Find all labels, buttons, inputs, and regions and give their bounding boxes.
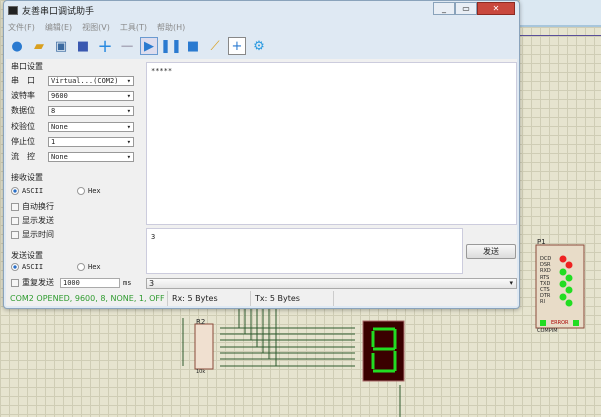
save-icon[interactable]: ▣: [52, 37, 70, 55]
maximize-button[interactable]: ▭: [455, 2, 477, 15]
stop-bits-label: 停止位: [11, 137, 35, 146]
window-title: 友善串口调试助手: [22, 7, 95, 17]
pin-labels: DCD DSR RXD RTS TXD CTS DTR RI: [540, 256, 552, 306]
add-icon[interactable]: +: [96, 36, 114, 57]
receive-settings-heading: 接收设置: [11, 173, 43, 182]
data-bits-select[interactable]: 8: [48, 105, 134, 116]
send-ascii-label: ASCII: [22, 263, 44, 271]
pause-icon[interactable]: ❚❚: [160, 37, 182, 55]
error-label: ERROR: [551, 320, 569, 326]
menu-edit[interactable]: 编辑(E): [45, 22, 72, 33]
remove-icon[interactable]: −: [118, 36, 136, 57]
stop-bits-select[interactable]: 1: [48, 136, 134, 147]
repeat-send-checkbox[interactable]: [11, 278, 19, 287]
show-time-label: 显示时间: [22, 230, 54, 239]
tx-count: Tx: 5 Bytes: [251, 291, 334, 306]
port-select[interactable]: Virtual...(COM2): [48, 75, 134, 86]
connector-label: P1: [537, 238, 546, 246]
auto-wrap-checkbox[interactable]: [11, 202, 19, 211]
stop-icon[interactable]: ■: [184, 37, 202, 55]
interval-input[interactable]: 1000: [60, 277, 120, 288]
menu-view[interactable]: 视图(V): [82, 22, 110, 33]
receive-ascii-radio[interactable]: [11, 187, 19, 195]
clear-icon[interactable]: ⟋: [206, 37, 224, 55]
menu-file[interactable]: 文件(F): [8, 22, 35, 33]
port-status: COM2 OPENED, 9600, 8, NONE, 1, OFF: [6, 291, 168, 306]
show-send-label: 显示发送: [22, 216, 54, 225]
receive-textarea[interactable]: *****: [146, 62, 517, 225]
auto-wrap-label: 自动换行: [22, 202, 54, 211]
app-icon: [8, 6, 18, 15]
flow-label: 流 控: [11, 152, 35, 161]
settings-icon[interactable]: ⚙: [250, 37, 268, 55]
menu-help[interactable]: 帮助(H): [157, 22, 185, 33]
send-history-combo[interactable]: 3: [146, 278, 517, 289]
send-settings-heading: 发送设置: [11, 251, 43, 260]
send-ascii-radio[interactable]: [11, 263, 19, 271]
menu-bar: 文件(F) 编辑(E) 视图(V) 工具(T) 帮助(H): [8, 22, 185, 33]
status-bar: COM2 OPENED, 9600, 8, NONE, 1, OFF Rx: 5…: [6, 291, 517, 306]
serial-settings-heading: 串口设置: [11, 62, 43, 71]
new-window-icon[interactable]: +: [228, 37, 246, 55]
close-button[interactable]: ✕: [477, 2, 515, 15]
send-hex-radio[interactable]: [77, 263, 85, 271]
play-icon[interactable]: ▶: [140, 37, 158, 55]
client-area: 串口设置 串 口 Virtual...(COM2) 波特率 9600 数据位 8 校验…: [6, 59, 517, 291]
minimize-button[interactable]: _: [433, 2, 455, 15]
data-bits-label: 数据位: [11, 106, 35, 115]
flow-select[interactable]: None: [48, 151, 134, 162]
parity-select[interactable]: None: [48, 121, 134, 132]
parity-label: 校验位: [11, 122, 35, 131]
baud-label: 波特率: [11, 91, 35, 100]
settings-panel: 串口设置 串 口 Virtual...(COM2) 波特率 9600 数据位 8 校验…: [8, 59, 142, 289]
repeat-send-label: 重复发送: [22, 278, 54, 287]
export-icon[interactable]: ▰: [30, 37, 48, 55]
resistor-label: R2: [196, 318, 206, 326]
show-time-checkbox[interactable]: [11, 230, 19, 239]
baud-select[interactable]: 9600: [48, 90, 134, 101]
serial-assistant-window: 友善串口调试助手 _ ▭ ✕ 文件(F) 编辑(E) 视图(V) 工具(T) 帮…: [3, 0, 520, 309]
connector-type: COMPIM: [537, 328, 558, 334]
receive-hex-radio[interactable]: [77, 187, 85, 195]
open-icon[interactable]: ●: [8, 37, 26, 55]
toolbar: ● ▰ ▣ ■ + − ▶ ❚❚ ■ ⟋ + ⚙: [8, 34, 268, 58]
rx-count: Rx: 5 Bytes: [168, 291, 251, 306]
interval-unit: ms: [123, 278, 132, 287]
receive-ascii-label: ASCII: [22, 187, 44, 195]
resistor-value: 10k: [196, 369, 206, 375]
title-bar: 友善串口调试助手: [8, 4, 94, 17]
show-send-checkbox[interactable]: [11, 216, 19, 225]
send-hex-label: Hex: [88, 263, 101, 271]
send-textarea[interactable]: 3: [146, 228, 463, 274]
port-label: 串 口: [11, 76, 35, 85]
send-button[interactable]: 发送: [466, 244, 516, 259]
receive-hex-label: Hex: [88, 187, 101, 195]
log-icon[interactable]: ■: [74, 37, 92, 55]
menu-tools[interactable]: 工具(T): [120, 22, 147, 33]
